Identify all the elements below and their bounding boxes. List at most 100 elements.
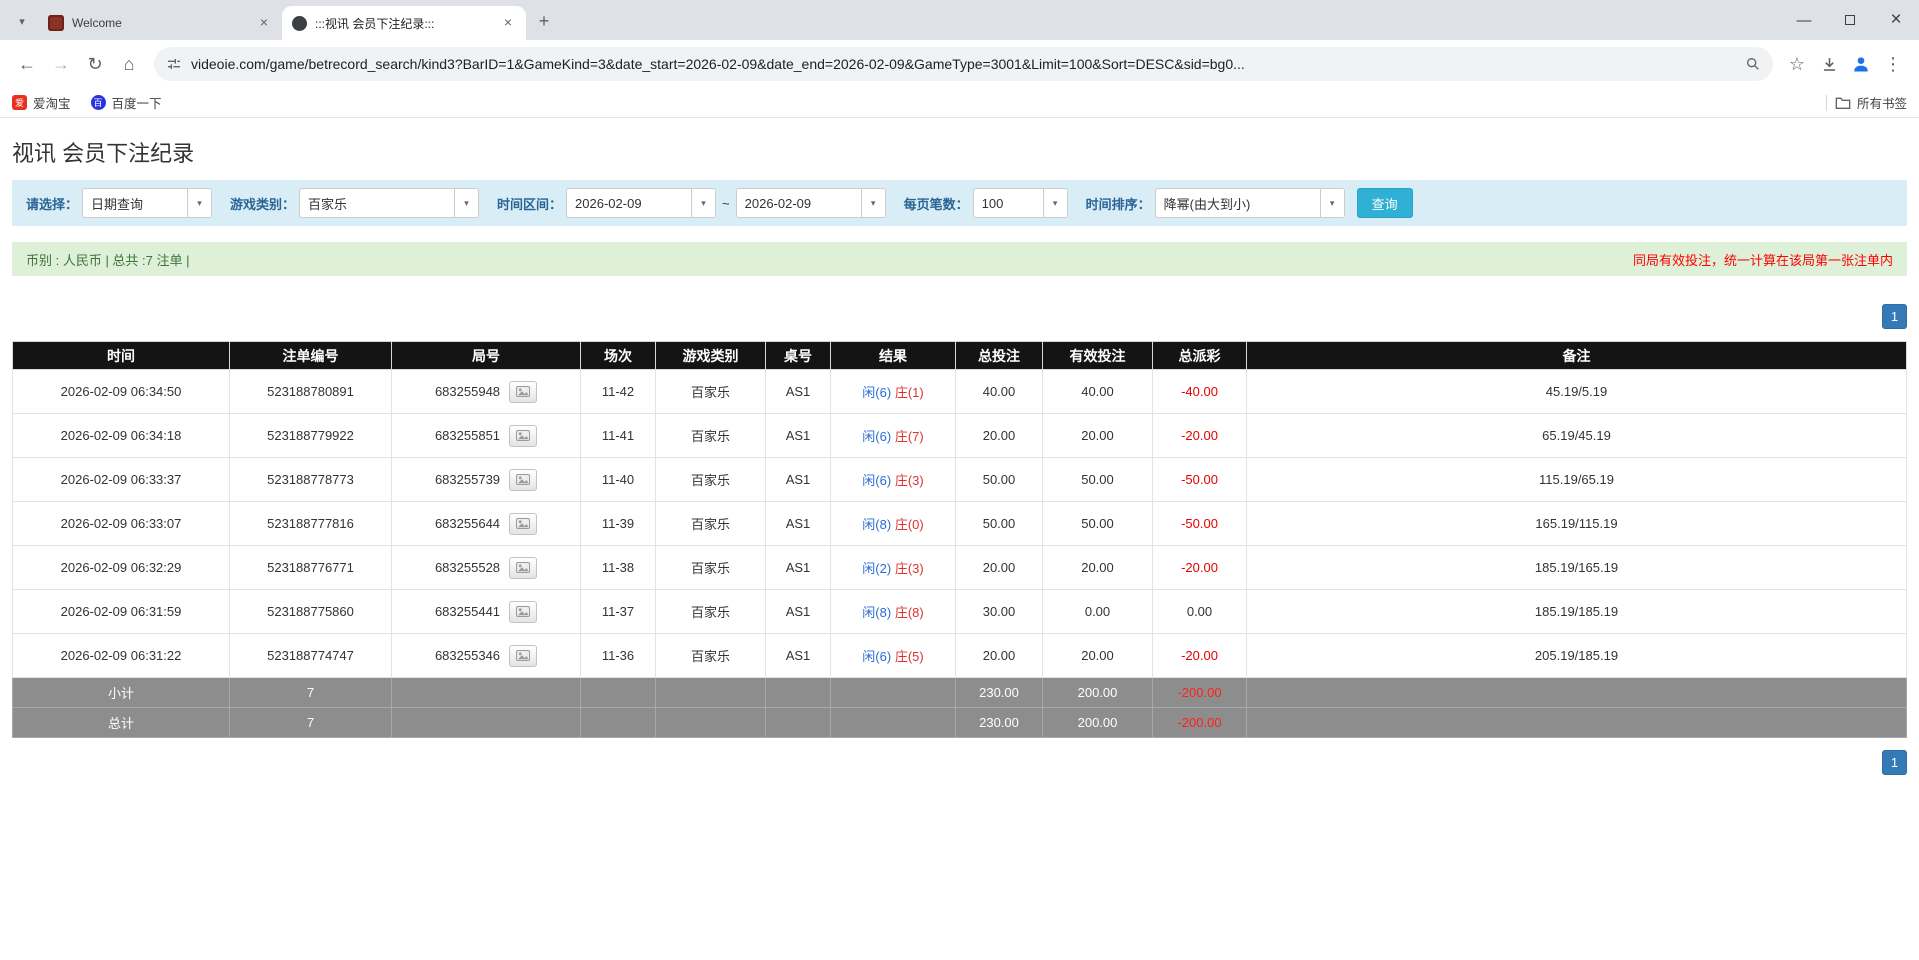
subtotal-label: 小计 <box>12 677 230 708</box>
cell-bet-id: 523188778773 <box>229 457 392 502</box>
cell-valid-bet: 20.00 <box>1042 413 1153 458</box>
url-text[interactable]: videoie.com/game/betrecord_search/kind3?… <box>191 56 1736 72</box>
reload-button[interactable]: ↻ <box>78 47 112 81</box>
tab-welcome[interactable]: Welcome × <box>38 6 282 40</box>
cell-total-bet[interactable]: 30.00 <box>955 589 1043 634</box>
subtotal-valid-bet: 200.00 <box>1042 677 1153 708</box>
result-banker: 庄(1) <box>894 385 924 400</box>
home-button[interactable]: ⌂ <box>112 47 146 81</box>
welcome-favicon <box>48 15 64 31</box>
query-button[interactable]: 查询 <box>1356 188 1413 218</box>
maximize-button[interactable] <box>1827 0 1873 40</box>
chevron-down-icon[interactable]: ▾ <box>1042 189 1067 217</box>
tab-close-icon[interactable]: × <box>256 15 272 31</box>
chevron-down-icon[interactable]: ▾ <box>860 189 885 217</box>
cell-bet-id: 523188779922 <box>229 413 392 458</box>
pagination-bottom: 1 <box>12 750 1907 775</box>
chevron-down-icon[interactable]: ▾ <box>187 189 212 217</box>
cell-time: 2026-02-09 06:33:37 <box>12 457 230 502</box>
footer-empty-cell <box>765 707 831 738</box>
replay-icon-button[interactable] <box>509 600 538 623</box>
replay-icon-button[interactable] <box>509 556 538 579</box>
result-player: 闲(6) <box>862 473 892 488</box>
header-total-bet: 总投注 <box>955 341 1043 370</box>
address-bar[interactable]: videoie.com/game/betrecord_search/kind3?… <box>154 47 1773 81</box>
table-body: 2026-02-09 06:34:50 523188780891 6832559… <box>12 369 1907 738</box>
cell-session: 11-38 <box>580 545 656 590</box>
cell-valid-bet: 40.00 <box>1042 369 1153 414</box>
result-player: 闲(2) <box>862 561 892 576</box>
tab-betrecord[interactable]: :::视讯 会员下注纪录::: × <box>282 6 526 40</box>
cell-session: 11-37 <box>580 589 656 634</box>
cell-table-no: AS1 <box>765 633 831 678</box>
total-valid-bet: 200.00 <box>1042 707 1153 738</box>
chevron-down-icon[interactable]: ▾ <box>691 189 716 217</box>
zoom-icon[interactable] <box>1745 56 1761 72</box>
browser-menu-icon[interactable]: ⋮ <box>1877 48 1909 80</box>
per-page-select[interactable]: 100 ▾ <box>972 188 1068 218</box>
cell-result: 闲(6) 庄(7) <box>830 413 956 458</box>
result-player: 闲(8) <box>862 517 892 532</box>
browser-toolbar: ← → ↻ ⌂ videoie.com/game/betrecord_searc… <box>0 40 1919 88</box>
cell-session: 11-39 <box>580 501 656 546</box>
footer-empty-cell <box>655 677 766 708</box>
close-window-button[interactable]: × <box>1873 0 1919 40</box>
cell-payout: -20.00 <box>1152 633 1247 678</box>
site-info-icon[interactable] <box>166 56 182 72</box>
chevron-down-icon[interactable]: ▾ <box>454 189 479 217</box>
date-start-value: 2026-02-09 <box>575 195 642 211</box>
header-note: 备注 <box>1246 341 1907 370</box>
new-tab-button[interactable]: + <box>530 7 558 35</box>
tab-close-icon[interactable]: × <box>500 15 516 31</box>
date-range-label: 时间区间： <box>497 196 563 212</box>
cell-total-bet[interactable]: 20.00 <box>955 633 1043 678</box>
replay-icon-button[interactable] <box>509 380 538 403</box>
table-row: 2026-02-09 06:33:37 523188778773 6832557… <box>12 457 1907 502</box>
page-title: 视讯 会员下注纪录 <box>12 141 195 166</box>
cell-total-bet[interactable]: 20.00 <box>955 413 1043 458</box>
date-start-select[interactable]: 2026-02-09 ▾ <box>566 188 717 218</box>
query-type-select[interactable]: 日期查询 ▾ <box>82 188 213 218</box>
all-bookmarks-label: 所有书签 <box>1856 97 1907 111</box>
game-type-select[interactable]: 百家乐 ▾ <box>299 188 480 218</box>
replay-icon-button[interactable] <box>509 512 538 535</box>
minimize-button[interactable]: — <box>1781 0 1827 40</box>
page-1-button[interactable]: 1 <box>1882 304 1907 329</box>
replay-icon-button[interactable] <box>509 424 538 447</box>
date-end-select[interactable]: 2026-02-09 ▾ <box>735 188 886 218</box>
round-number: 683255948 <box>434 384 501 399</box>
page-1-button[interactable]: 1 <box>1882 750 1907 775</box>
bookmark-aitaobao[interactable]: 爱 爱淘宝 <box>12 93 71 112</box>
per-page-label: 每页笔数： <box>903 196 969 212</box>
back-button[interactable]: ← <box>10 47 44 81</box>
header-bet-id: 注单编号 <box>229 341 392 370</box>
tab-search-chevron-icon[interactable]: ▾ <box>8 7 36 35</box>
table-header-row: 时间 注单编号 局号 场次 游戏类别 桌号 结果 总投注 有效投注 总派彩 备注 <box>12 341 1907 370</box>
profile-avatar-icon[interactable] <box>1845 48 1877 80</box>
replay-icon-button[interactable] <box>509 468 538 491</box>
cell-session: 11-36 <box>580 633 656 678</box>
cell-total-bet[interactable]: 50.00 <box>955 501 1043 546</box>
round-number: 683255441 <box>434 604 501 619</box>
result-banker: 庄(3) <box>894 561 924 576</box>
chevron-down-icon[interactable]: ▾ <box>1319 189 1344 217</box>
cell-time: 2026-02-09 06:31:22 <box>12 633 230 678</box>
window-controls: — × <box>1781 0 1919 40</box>
filter-bar: 请选择： 日期查询 ▾ 游戏类别： 百家乐 ▾ 时间区间： 2026-02-09… <box>12 180 1907 226</box>
bookmark-star-icon[interactable]: ☆ <box>1781 48 1813 80</box>
cell-game-type: 百家乐 <box>655 413 766 458</box>
cell-result: 闲(2) 庄(3) <box>830 545 956 590</box>
sort-select[interactable]: 降幂(由大到小) ▾ <box>1154 188 1345 218</box>
header-table-no: 桌号 <box>765 341 831 370</box>
cell-total-bet[interactable]: 50.00 <box>955 457 1043 502</box>
cell-total-bet[interactable]: 40.00 <box>955 369 1043 414</box>
cell-table-no: AS1 <box>765 457 831 502</box>
download-icon[interactable] <box>1813 48 1845 80</box>
forward-button[interactable]: → <box>44 47 78 81</box>
result-banker: 庄(7) <box>894 429 924 444</box>
bookmark-baidu[interactable]: 百 百度一下 <box>90 93 162 112</box>
cell-total-bet[interactable]: 20.00 <box>955 545 1043 590</box>
replay-icon-button[interactable] <box>509 644 538 667</box>
subtotal-total-bet: 230.00 <box>955 677 1043 708</box>
all-bookmarks-button[interactable]: 所有书签 <box>1835 93 1907 112</box>
